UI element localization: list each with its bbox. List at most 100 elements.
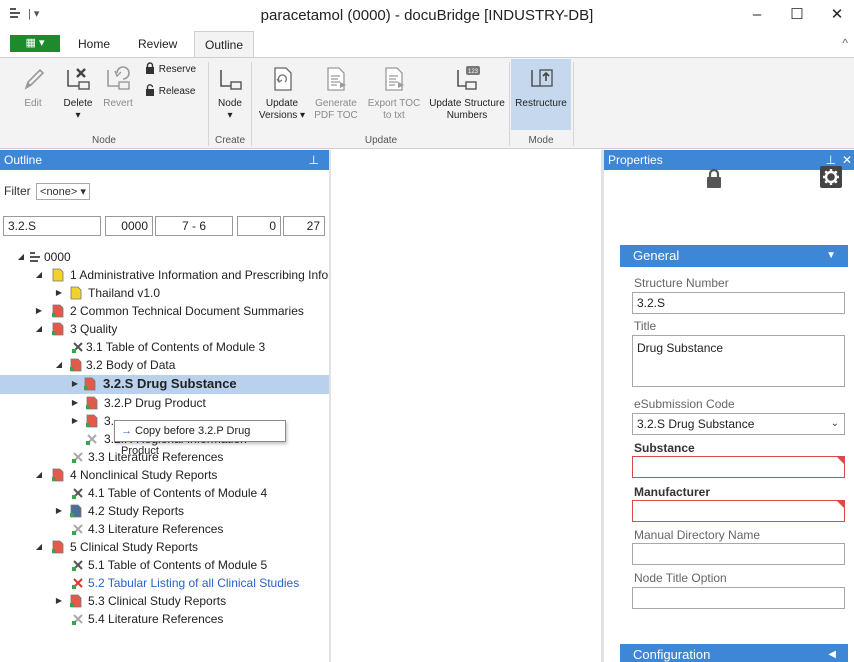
configuration-section-header[interactable]: Configuration ◀	[620, 644, 848, 662]
mode-group-label: Mode	[528, 135, 554, 146]
release-button[interactable]: Release	[144, 84, 206, 98]
lock-icon[interactable]	[704, 168, 724, 188]
tree-node[interactable]: ◢ 1 Administrative Information and Presc…	[0, 266, 349, 284]
tab-outline[interactable]: Outline	[194, 31, 255, 58]
collapse-icon[interactable]: ◢	[34, 266, 44, 284]
update-structure-numbers-button[interactable]: 123 Update Structure Numbers	[427, 64, 507, 122]
red-document-icon	[52, 322, 64, 336]
tree-node[interactable]: ◢ 3 Quality	[0, 320, 330, 338]
node-create-button[interactable]: Node ▾	[212, 64, 248, 122]
chevron-down-icon: ⌄	[830, 418, 839, 429]
gear-icon[interactable]	[820, 166, 842, 188]
total-field[interactable]: 27	[283, 216, 325, 236]
update-versions-button[interactable]: Update Versions ▾	[254, 64, 310, 122]
tree-node-label: 5.1 Table of Contents of Module 5	[88, 558, 268, 572]
maximize-button[interactable]: ☐	[782, 4, 812, 26]
export-toc-button[interactable]: Export TOC to txt	[366, 64, 422, 122]
filter-select[interactable]: <none> ▾	[36, 183, 90, 200]
red-document-icon	[70, 594, 82, 608]
collapse-icon[interactable]: ◢	[34, 320, 44, 338]
tree-node[interactable]: ◢ 4 Nonclinical Study Reports	[0, 466, 330, 484]
tree-node[interactable]: 3.3 Literature References	[0, 448, 330, 466]
sequence-field[interactable]: 0000	[105, 216, 153, 236]
position-field[interactable]: 0	[237, 216, 281, 236]
collapse-icon[interactable]: ◢	[34, 466, 44, 484]
properties-title: Properties	[608, 153, 663, 167]
tree-node[interactable]: ◢ 0000	[0, 248, 330, 266]
tree-node[interactable]: 5.1 Table of Contents of Module 5	[0, 556, 330, 574]
tree-node[interactable]: 4.1 Table of Contents of Module 4	[0, 484, 330, 502]
substance-input[interactable]	[632, 456, 845, 478]
expand-icon[interactable]: ▶	[34, 302, 44, 320]
tree-node[interactable]: 4.3 Literature References	[0, 520, 330, 538]
excluded-node-icon	[72, 560, 83, 571]
tree-node-label: 3.2 Body of Data	[86, 358, 176, 372]
minimize-button[interactable]: –	[742, 4, 772, 26]
restructure-button[interactable]: Restructure	[511, 64, 571, 110]
delete-label: Delete	[63, 98, 93, 109]
node-title-option-input[interactable]	[632, 587, 845, 609]
collapse-icon[interactable]: ◢	[34, 538, 44, 556]
revert-button[interactable]: Revert	[100, 64, 136, 110]
drag-drop-tooltip: → Copy before 3.2.P Drug Product	[114, 420, 286, 457]
collapse-icon[interactable]: ◢	[54, 356, 64, 374]
tree-node-label: 4.1 Table of Contents of Module 4	[88, 486, 268, 500]
delete-button[interactable]: Delete ▾	[58, 64, 98, 122]
esubmission-code-select[interactable]: 3.2.S Drug Substance ⌄	[632, 413, 845, 435]
chevron-down-icon: ▾	[80, 186, 86, 198]
tree-node[interactable]: ◢ 3.2 Body of Data	[0, 356, 330, 374]
expand-icon[interactable]: ▶	[54, 284, 64, 302]
pdf-toc-icon	[327, 67, 346, 91]
close-window-button[interactable]: ✕	[822, 4, 852, 26]
expand-icon[interactable]: ▶	[70, 412, 80, 430]
esubmission-code-value: 3.2.S Drug Substance	[637, 417, 755, 431]
expand-icon[interactable]: ▶	[70, 375, 80, 393]
manufacturer-input[interactable]	[632, 500, 845, 522]
file-menu-button[interactable]: ▦ ▾	[10, 35, 60, 52]
expand-icon[interactable]: ▶	[70, 394, 80, 412]
tree-node[interactable]: ◢ 5 Clinical Study Reports	[0, 538, 330, 556]
general-section-header[interactable]: General ▼	[620, 245, 848, 267]
tree-node-label: Thailand v1.0	[88, 286, 161, 300]
tab-home[interactable]: Home	[68, 31, 120, 57]
structure-number-field[interactable]: 3.2.S	[3, 216, 101, 236]
tree-node[interactable]: ▶ Thailand v1.0	[0, 284, 330, 302]
collapse-section-icon[interactable]: ▼	[826, 245, 836, 267]
close-panel-icon[interactable]: ✕	[842, 150, 852, 170]
outline-title: Outline	[4, 153, 43, 167]
tree-node-label: 3 Quality	[70, 322, 118, 336]
tree-node[interactable]: ▶ 3.2.P Drug Product	[0, 394, 330, 412]
tree-node[interactable]: ▶ 5.3 Clinical Study Reports	[0, 592, 330, 610]
tree-node-selected[interactable]: ▶ 3.2.S Drug Substance	[0, 375, 330, 394]
range-field[interactable]: 7 - 6	[155, 216, 233, 236]
title-textarea[interactable]: Drug Substance	[632, 335, 845, 387]
generate-pdf-toc-button[interactable]: Generate PDF TOC	[312, 64, 360, 122]
reserve-button[interactable]: Reserve	[144, 62, 206, 76]
delete-dropdown-icon: ▾	[75, 110, 81, 121]
pin-icon[interactable]: ⊥	[309, 150, 319, 170]
structure-number-input[interactable]: 3.2.S	[632, 292, 845, 314]
manufacturer-label: Manufacturer	[634, 485, 711, 499]
red-document-icon	[52, 540, 64, 554]
filter-select-value: <none>	[40, 186, 78, 198]
tree-node[interactable]: ▶ 4.2 Study Reports	[0, 502, 330, 520]
content-area	[331, 150, 602, 662]
manual-directory-name-label: Manual Directory Name	[634, 528, 761, 542]
revert-icon	[107, 66, 130, 90]
pencil-icon	[24, 68, 45, 90]
expand-icon[interactable]: ▶	[54, 502, 64, 520]
manual-directory-name-input[interactable]	[632, 543, 845, 565]
expand-icon[interactable]: ▶	[54, 592, 64, 610]
tree-node[interactable]: ▶ 2 Common Technical Document Summaries	[0, 302, 330, 320]
tree-node[interactable]: 5.4 Literature References	[0, 610, 330, 628]
excluded-node-icon	[72, 614, 83, 625]
expand-section-icon[interactable]: ◀	[828, 644, 836, 662]
collapse-ribbon-icon[interactable]: ^	[842, 36, 848, 50]
tree-node[interactable]: 5.2 Tabular Listing of all Clinical Stud…	[0, 574, 330, 592]
tab-review[interactable]: Review	[128, 31, 187, 57]
configuration-section-title: Configuration	[633, 647, 711, 662]
collapse-icon[interactable]: ◢	[16, 248, 26, 266]
edit-button[interactable]: Edit	[16, 64, 50, 110]
tree-node[interactable]: 3.1 Table of Contents of Module 3	[0, 338, 330, 356]
tree-node-label: 4.3 Literature References	[88, 522, 224, 536]
